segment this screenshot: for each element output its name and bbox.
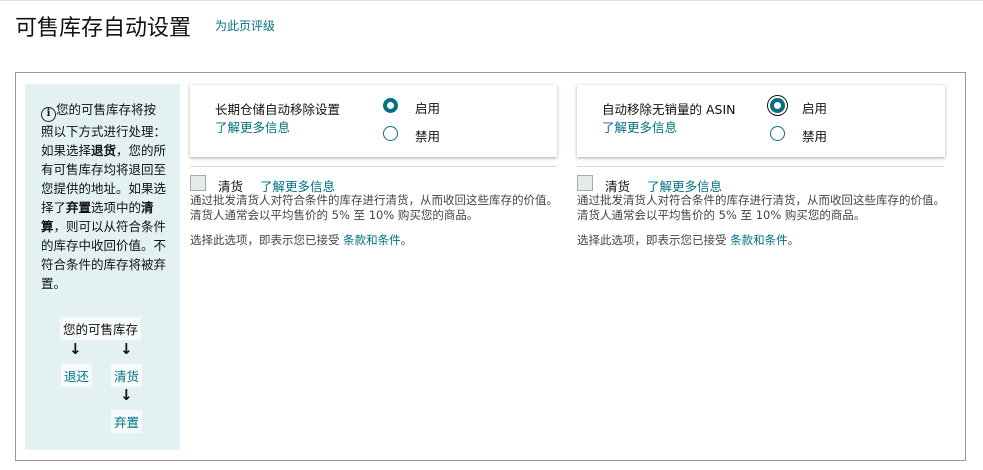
no-sales-asin-card: 自动移除无销量的 ASIN 了解更多信息 启用 禁用: [577, 85, 945, 157]
top-divider: [0, 0, 983, 1]
flow-liquidate: 清货: [111, 364, 143, 387]
terms-prefix: 选择此选项，即表示您已接受: [190, 233, 344, 247]
disable-radio[interactable]: [383, 126, 398, 141]
long-term-storage-card: 长期仓储自动移除设置 了解更多信息 启用 禁用: [190, 85, 557, 157]
terms-prefix: 选择此选项，即表示您已接受: [577, 233, 731, 247]
divider: [190, 166, 557, 167]
enable-label: 启用: [802, 101, 828, 116]
arrow-down-icon: ↓: [120, 340, 133, 358]
terms-link[interactable]: 条款和条件: [730, 233, 788, 247]
setting-label: 自动移除无销量的 ASIN: [602, 102, 736, 117]
terms-suffix: 。: [787, 233, 800, 247]
liquidation-checkbox[interactable]: [577, 175, 593, 191]
liquidation-section: 清货 了解更多信息 通过批发清货人对符合条件的库存进行清货，从而收回这些库存的价…: [577, 166, 945, 247]
info-bold: 弃置: [66, 200, 92, 215]
info-bold: 退货: [91, 143, 117, 158]
disable-label: 禁用: [802, 129, 828, 144]
liquidation-description: 通过批发清货人对符合条件的库存进行清货，从而收回这些库存的价值。清货人通常会以平…: [577, 193, 945, 222]
disable-label: 禁用: [415, 129, 441, 144]
terms-text: 选择此选项，即表示您已接受 条款和条件。: [577, 232, 799, 248]
learn-more-link[interactable]: 了解更多信息: [602, 117, 677, 136]
info-sidebar: i 您的可售库存将按照以下方式进行处理：如果选择退货，您的所有可售库存均将退回至您…: [25, 84, 180, 450]
info-text: ，则可以从符合条件的库存中收回价值。不符合条件的库存将被弃置。: [41, 219, 167, 291]
enable-label: 启用: [415, 101, 441, 116]
flow-dispose: 弃置: [111, 410, 143, 433]
terms-text: 选择此选项，即表示您已接受 条款和条件。: [190, 232, 412, 248]
enable-radio[interactable]: [383, 98, 398, 113]
terms-link[interactable]: 条款和条件: [343, 233, 401, 247]
liquidation-section: 清货 了解更多信息 通过批发清货人对符合条件的库存进行清货，从而收回这些库存的价…: [190, 166, 558, 247]
info-icon: i: [41, 107, 56, 122]
arrow-down-icon: ↓: [120, 386, 133, 404]
terms-suffix: 。: [400, 233, 413, 247]
disable-radio[interactable]: [770, 126, 785, 141]
liquidation-description: 通过批发清货人对符合条件的库存进行清货，从而收回这些库存的价值。清货人通常会以平…: [190, 193, 558, 222]
page-title: 可售库存自动设置: [15, 16, 192, 41]
info-text: 选项中的: [91, 200, 142, 215]
arrow-down-icon: ↓: [69, 340, 82, 358]
flow-root: 您的可售库存: [60, 317, 142, 340]
enable-radio[interactable]: [770, 98, 785, 113]
liquidation-checkbox[interactable]: [190, 175, 206, 191]
divider: [577, 166, 944, 167]
setting-label: 长期仓储自动移除设置: [215, 102, 341, 117]
flow-return: 退还: [61, 364, 93, 387]
rate-page-link[interactable]: 为此页评级: [215, 17, 275, 34]
learn-more-link[interactable]: 了解更多信息: [215, 117, 290, 136]
